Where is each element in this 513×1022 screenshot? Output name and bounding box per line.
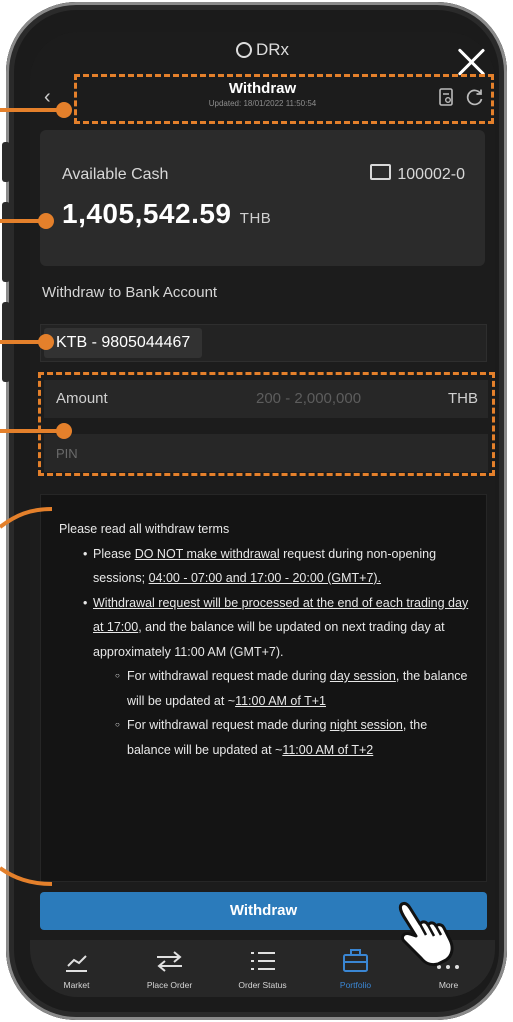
nav-item-order-status[interactable]: Order Status <box>216 940 309 997</box>
available-cash-amount: 1,405,542.59 THB <box>62 198 272 229</box>
list-icon <box>251 952 275 970</box>
available-cash-label: Available Cash <box>62 166 169 183</box>
swap-arrows-icon <box>157 951 182 972</box>
withdraw-terms-panel: Please read all withdraw terms Please DO… <box>40 494 487 882</box>
callout-dot <box>38 334 54 350</box>
terms-heading: Please read all withdraw terms <box>59 522 230 536</box>
phone-volume-up <box>2 202 10 282</box>
callout-line <box>0 507 53 529</box>
terms-item: Please DO NOT make withdrawal request du… <box>83 542 469 591</box>
amount-pin-highlight-box <box>38 372 495 476</box>
nav-label: More <box>438 980 459 990</box>
terms-subitem: For withdrawal request made during day s… <box>115 664 469 713</box>
nav-label: Portfolio <box>339 980 372 990</box>
briefcase-icon <box>370 164 392 180</box>
bank-section-label: Withdraw to Bank Account <box>42 284 218 301</box>
bank-account-select[interactable]: KTB - 9805044467 <box>40 324 487 362</box>
brand-logo-icon <box>235 42 252 58</box>
callout-line <box>0 429 62 433</box>
terms-item: Withdrawal request will be processed at … <box>83 591 469 763</box>
header-highlight-box <box>74 74 494 124</box>
callout-line <box>0 108 60 112</box>
callout-line <box>0 866 53 886</box>
account-number[interactable]: 100002-0 <box>370 164 465 184</box>
phone-side-button <box>2 142 10 182</box>
nav-item-place-order[interactable]: Place Order <box>123 940 216 997</box>
brand-title: DRx <box>30 40 495 60</box>
nav-label: Place Order <box>146 980 193 990</box>
phone-frame: DRx ‹ Withdraw Updated: 18/01/2022 11:50… <box>2 2 507 1020</box>
terms-subitem: For withdrawal request made during night… <box>115 713 469 762</box>
callout-dot <box>56 423 72 439</box>
nav-label: Order Status <box>238 980 287 990</box>
app-screen: DRx ‹ Withdraw Updated: 18/01/2022 11:50… <box>30 32 495 997</box>
bank-account-chip[interactable]: KTB - 9805044467 <box>44 328 203 358</box>
hand-pointer-icon <box>398 902 454 967</box>
nav-label: Market <box>63 980 90 990</box>
nav-item-market[interactable]: Market <box>30 940 123 997</box>
chart-line-icon <box>66 955 87 972</box>
callout-dot <box>56 102 72 118</box>
callout-dot <box>38 213 54 229</box>
available-cash-card: Available Cash 100002-0 1,405,542.59 THB <box>40 130 485 266</box>
